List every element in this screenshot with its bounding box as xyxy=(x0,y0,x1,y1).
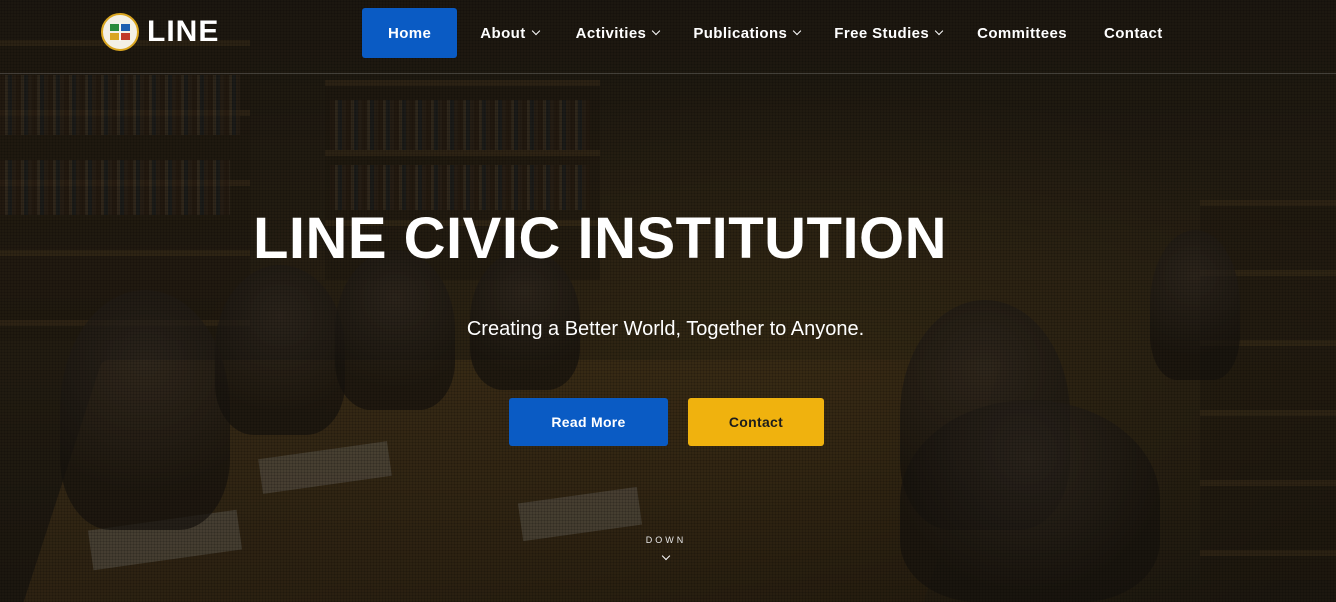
chevron-down-icon xyxy=(661,551,671,561)
nav-item-label: Committees xyxy=(977,24,1067,42)
brand-name: LINE xyxy=(147,15,220,48)
nav-item-about[interactable]: About xyxy=(480,8,540,58)
hero-title: LINE CIVIC INSTITUTION xyxy=(252,206,948,271)
main-nav: Home About Activities Publications Free … xyxy=(362,8,1163,58)
chevron-down-icon xyxy=(793,26,802,36)
nav-item-activities[interactable]: Activities xyxy=(575,8,661,58)
nav-item-label: Free Studies xyxy=(834,24,930,42)
dark-overlay xyxy=(0,0,1336,602)
nav-item-publications[interactable]: Publications xyxy=(693,8,802,58)
line-emblem-icon xyxy=(101,13,139,51)
nav-item-label: About xyxy=(480,24,526,42)
read-more-button[interactable]: Read More xyxy=(509,398,668,446)
nav-item-label: Home xyxy=(388,24,432,42)
scroll-down-label: DOWN xyxy=(645,535,687,545)
nav-item-committees[interactable]: Committees xyxy=(977,8,1067,58)
contact-button[interactable]: Contact xyxy=(688,398,824,446)
chevron-down-icon xyxy=(652,26,661,36)
scroll-down-link[interactable]: DOWN xyxy=(626,535,706,561)
nav-item-label: Publications xyxy=(693,24,788,42)
nav-item-home[interactable]: Home xyxy=(362,8,458,58)
nav-item-free-studies[interactable]: Free Studies xyxy=(834,8,944,58)
nav-item-label: Activities xyxy=(575,24,647,42)
site-logo[interactable]: LINE xyxy=(101,13,219,51)
chevron-down-icon xyxy=(934,26,944,36)
site-header: LINE Home About Activities Publications … xyxy=(0,0,1336,74)
hero-subtitle: Creating a Better World, Together to Any… xyxy=(466,318,865,340)
nav-item-label: Contact xyxy=(1104,24,1163,42)
hero-section: LINE Home About Activities Publications … xyxy=(0,0,1336,602)
nav-item-contact[interactable]: Contact xyxy=(1104,8,1163,58)
chevron-down-icon xyxy=(531,26,540,36)
